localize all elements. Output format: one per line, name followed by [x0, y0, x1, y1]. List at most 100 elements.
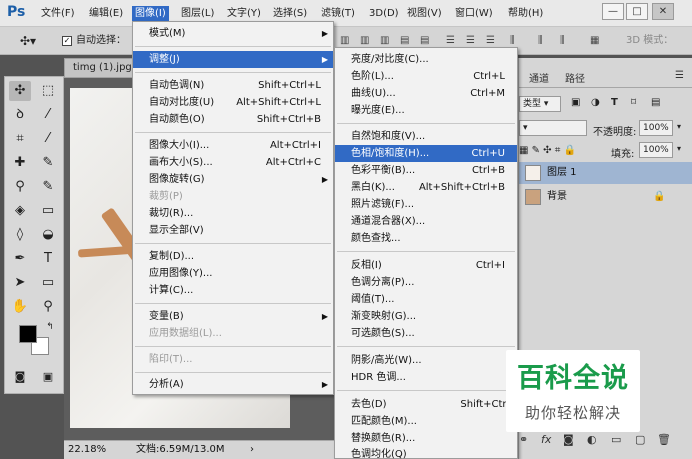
menu-window[interactable]: 窗口(W) [452, 6, 496, 22]
menu-item-vibrance[interactable]: 自然饱和度(V)... [335, 128, 517, 145]
swap-colors-icon[interactable]: ↰ [39, 317, 61, 337]
healing-brush-icon[interactable]: ✚ [9, 153, 31, 173]
blur-tool-icon[interactable]: ◊ [9, 225, 31, 245]
distribute-hcenter-icon[interactable]: ⫼ [538, 35, 543, 46]
menu-item-duplicate[interactable]: 复制(D)... [133, 248, 333, 265]
menu-item-image-rotation[interactable]: 图像旋转(G) ▶ [133, 171, 333, 188]
fx-icon[interactable]: fx [541, 433, 551, 446]
dodge-tool-icon[interactable]: ◒ [37, 225, 59, 245]
menu-item-exposure[interactable]: 曝光度(E)... [335, 102, 517, 119]
eraser-icon[interactable]: ◈ [9, 201, 31, 221]
delete-layer-icon[interactable]: 🗑 [657, 433, 671, 446]
lasso-tool-icon[interactable]: ꝺ [9, 105, 31, 125]
menu-edit[interactable]: 编辑(E) [86, 6, 126, 22]
menu-file[interactable]: 文件(F) [38, 6, 78, 22]
menu-item-shadows-highlights[interactable]: 阴影/高光(W)... [335, 352, 517, 369]
layer-kind-select[interactable]: 类型 ▾ [519, 96, 561, 112]
menu-item-selective-color[interactable]: 可选颜色(S)... [335, 325, 517, 342]
filter-smart-icon[interactable]: ▤ [651, 97, 660, 108]
menu-item-hue-saturation[interactable]: 色相/饱和度(H)... Ctrl+U [335, 145, 517, 162]
tab-channels[interactable]: 通道 [529, 70, 549, 85]
menu-view[interactable]: 视图(V) [404, 6, 445, 22]
menu-item-reveal-all[interactable]: 显示全部(V) [133, 222, 333, 239]
menu-item-equalize[interactable]: 色调均化(Q) [335, 446, 517, 459]
add-mask-icon[interactable]: ◙ [563, 433, 574, 446]
menu-help[interactable]: 帮助(H) [505, 6, 546, 22]
quick-mask-icon[interactable]: ◙ [9, 367, 31, 387]
menu-3d[interactable]: 3D(D) [366, 6, 402, 22]
menu-item-levels[interactable]: 色阶(L)... Ctrl+L [335, 68, 517, 85]
menu-item-color-lookup[interactable]: 颜色查找... [335, 230, 517, 247]
history-brush-icon[interactable]: ✎ [37, 177, 59, 197]
menu-item-replace-color[interactable]: 替换颜色(R)... [335, 430, 517, 447]
screen-mode-icon[interactable]: ▣ [37, 367, 59, 387]
menu-item-trim[interactable]: 裁切(R)... [133, 205, 333, 222]
move-tool-icon[interactable]: ✣ [9, 81, 31, 101]
filter-type-icon[interactable]: T [611, 97, 618, 108]
lock-icons[interactable]: ▦ ✎ ✣ ⌗ 🔒 [519, 145, 576, 156]
align-hcenter-icon[interactable]: ▤ [420, 35, 429, 46]
layer-row[interactable]: 背景 🔒 [519, 186, 692, 208]
menu-item-threshold[interactable]: 阈值(T)... [335, 291, 517, 308]
clone-stamp-icon[interactable]: ⚲ [9, 177, 31, 197]
menu-item-curves[interactable]: 曲线(U)... Ctrl+M [335, 85, 517, 102]
hand-tool-icon[interactable]: ✋ [9, 297, 31, 317]
pen-tool-icon[interactable]: ✒ [9, 249, 31, 269]
menu-item-trap[interactable]: 陷印(T)... [133, 351, 333, 368]
menu-layer[interactable]: 图层(L) [178, 6, 217, 22]
filter-pixel-icon[interactable]: ▣ [571, 97, 580, 108]
magic-wand-icon[interactable]: ⁄ [37, 105, 59, 125]
distribute-right-icon[interactable]: ⫼ [560, 35, 565, 46]
menu-item-auto-color[interactable]: 自动颜色(O) Shift+Ctrl+B [133, 111, 333, 128]
opacity-input[interactable]: 100% [639, 120, 673, 136]
adjustment-layer-icon[interactable]: ◐ [587, 433, 597, 446]
menu-item-desaturate[interactable]: 去色(D) Shift+Ctrl+U [335, 396, 525, 413]
distribute-bottom-icon[interactable]: ☰ [486, 35, 495, 46]
distribute-left-icon[interactable]: ⫼ [510, 35, 515, 46]
chevron-right-icon[interactable]: › [250, 441, 254, 459]
tab-paths[interactable]: 路径 [565, 70, 585, 85]
menu-item-posterize[interactable]: 色调分离(P)... [335, 274, 517, 291]
menu-item-mode[interactable]: 模式(M) ▶ [133, 25, 333, 42]
menu-item-black-white[interactable]: 黑白(K)... Alt+Shift+Ctrl+B [335, 179, 517, 196]
distribute-top-icon[interactable]: ☰ [446, 35, 455, 46]
menu-item-match-color[interactable]: 匹配颜色(M)... [335, 413, 517, 430]
menu-type[interactable]: 文字(Y) [224, 6, 264, 22]
new-layer-icon[interactable]: ▢ [635, 433, 645, 446]
panel-menu-icon[interactable]: ☰ [675, 70, 684, 81]
fill-input[interactable]: 100% [639, 142, 673, 158]
auto-align-icon[interactable]: ▦ [590, 35, 599, 46]
menu-item-hdr-toning[interactable]: HDR 色调... [335, 369, 517, 386]
path-selection-icon[interactable]: ➤ [9, 273, 31, 293]
blend-mode-select[interactable]: ▾ [519, 120, 587, 136]
brush-tool-icon[interactable]: ✎ [37, 153, 59, 173]
menu-item-auto-tone[interactable]: 自动色调(N) Shift+Ctrl+L [133, 77, 333, 94]
menu-item-apply-image[interactable]: 应用图像(Y)... [133, 265, 333, 282]
foreground-color-swatch[interactable] [19, 325, 37, 343]
minimize-button[interactable]: — [602, 3, 624, 20]
distribute-vcenter-icon[interactable]: ☰ [466, 35, 475, 46]
link-layers-icon[interactable]: ⚭ [519, 433, 528, 446]
menu-item-photo-filter[interactable]: 照片滤镜(F)... [335, 196, 517, 213]
menu-item-apply-data-set[interactable]: 应用数据组(L)... [133, 325, 333, 342]
zoom-level[interactable]: 22.18% [68, 441, 106, 459]
new-group-icon[interactable]: ▭ [611, 433, 621, 446]
menu-item-brightness-contrast[interactable]: 亮度/对比度(C)... [335, 51, 517, 68]
align-vcenter-icon[interactable]: ▥ [360, 35, 369, 46]
menu-item-canvas-size[interactable]: 画布大小(S)... Alt+Ctrl+C [133, 154, 333, 171]
align-top-icon[interactable]: ▥ [340, 35, 349, 46]
filter-shape-icon[interactable]: ⌑ [631, 97, 636, 108]
chevron-down-icon[interactable]: ▾ [677, 122, 681, 131]
document-tab[interactable]: timg (1).jpg [64, 58, 140, 78]
menu-image[interactable]: 图像(I) [132, 6, 169, 22]
align-bottom-icon[interactable]: ▥ [380, 35, 389, 46]
gradient-tool-icon[interactable]: ▭ [37, 201, 59, 221]
marquee-tool-icon[interactable]: ⬚ [37, 81, 59, 101]
auto-select-checkbox[interactable]: ✓ [62, 36, 72, 46]
menu-item-color-balance[interactable]: 色彩平衡(B)... Ctrl+B [335, 162, 517, 179]
menu-item-crop[interactable]: 裁剪(P) [133, 188, 333, 205]
menu-item-adjustments[interactable]: 调整(J) ▶ [133, 51, 333, 68]
menu-filter[interactable]: 滤镜(T) [318, 6, 358, 22]
menu-item-gradient-map[interactable]: 渐变映射(G)... [335, 308, 517, 325]
menu-select[interactable]: 选择(S) [270, 6, 310, 22]
